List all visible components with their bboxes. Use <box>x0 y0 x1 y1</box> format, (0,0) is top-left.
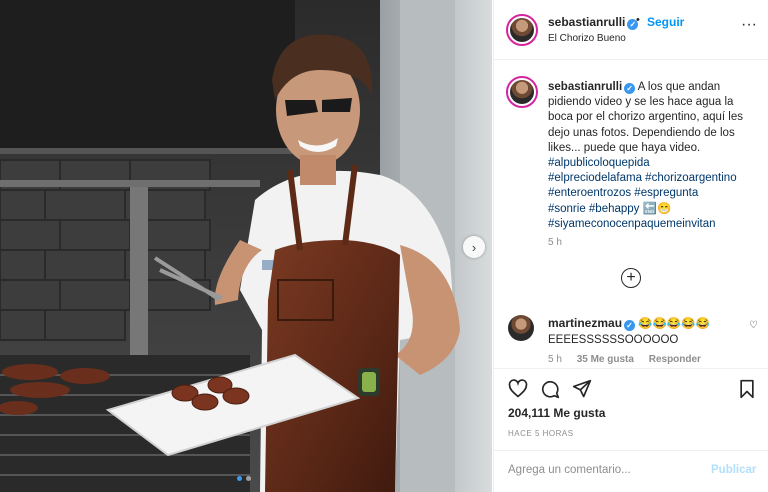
comment-likes[interactable]: 35 Me gusta <box>577 354 634 365</box>
hashtag-line[interactable]: #sonrie #behappy 🔚😁 <box>548 202 753 217</box>
comment-reply-button[interactable]: Responder <box>649 354 701 365</box>
caption-timestamp: 5 h <box>548 237 562 248</box>
author-username-text[interactable]: sebastianrulli <box>548 15 625 29</box>
photo-illustration <box>0 0 492 492</box>
add-comment-bar: Agrega un comentario... Publicar <box>494 450 768 492</box>
follow-button[interactable]: Seguir <box>647 15 684 29</box>
caption-avatar[interactable] <box>506 76 538 108</box>
comment-text-block: martinezmau ✓ 😂😂😂😂😂 EEEESSSSSSOOOOOO <box>548 315 738 348</box>
next-photo-button[interactable]: › <box>463 236 485 258</box>
save-bookmark-icon[interactable] <box>738 379 756 399</box>
post-side-panel: sebastianrulli ✓ • Seguir El Chorizo Buen… <box>493 0 768 492</box>
comment-body: EEEESSSSSSOOOOOO <box>548 334 679 346</box>
likes-count[interactable]: 204,111 Me gusta <box>508 406 605 420</box>
comment-reply-text[interactable]: Responder <box>649 354 701 365</box>
comment-emojis: 😂😂😂😂😂 <box>638 318 710 330</box>
carousel-dot <box>246 476 251 481</box>
hashtag-line[interactable]: #alpublicoloquepida <box>548 156 753 171</box>
like-heart-icon[interactable] <box>508 379 528 399</box>
comment-bubble-icon[interactable] <box>540 379 560 399</box>
hashtag-line[interactable]: #enteroentrozos #espregunta <box>548 186 753 201</box>
commenter-avatar[interactable] <box>508 315 534 341</box>
caption-username-text[interactable]: sebastianrulli <box>548 81 622 93</box>
caption-hashtags: #alpublicoloquepida #elpreciodelafama #c… <box>548 156 753 232</box>
author-username[interactable]: sebastianrulli ✓ <box>548 15 639 30</box>
post-header: sebastianrulli ✓ • Seguir El Chorizo Buen… <box>494 0 768 60</box>
commenter-username-text[interactable]: martinezmau <box>548 316 622 330</box>
post-location[interactable]: El Chorizo Bueno <box>548 33 626 44</box>
commenter-username[interactable]: martinezmau ✓ <box>548 316 636 331</box>
verified-badge-icon: ✓ <box>624 83 636 94</box>
caption-text-block: sebastianrulli ✓ A los que andan pidiendo… <box>548 80 753 232</box>
comment-like-heart-icon[interactable]: ♡ <box>749 320 758 331</box>
verified-badge-icon: ✓ <box>624 320 636 331</box>
carousel-dots <box>237 476 251 481</box>
post-time-ago: HACE 5 HORAS <box>508 429 574 438</box>
share-paper-plane-icon[interactable] <box>572 379 592 399</box>
more-options-icon[interactable]: ··· <box>741 16 757 34</box>
comment-likes-text[interactable]: 35 Me gusta <box>577 354 634 365</box>
action-icons <box>508 379 592 399</box>
hashtag-line[interactable]: #elpreciodelafama #chorizoargentino <box>548 171 753 186</box>
comment-input[interactable]: Agrega un comentario... <box>508 464 688 476</box>
author-avatar[interactable] <box>506 14 538 46</box>
header-separator: • <box>636 14 640 26</box>
publish-comment-button[interactable]: Publicar <box>711 464 756 476</box>
instagram-post-modal: › sebastianrulli ✓ • Seguir El Chorizo Bu… <box>0 0 768 492</box>
plus-glyph: + <box>626 269 636 286</box>
post-photo[interactable]: › <box>0 0 492 492</box>
comment-meta: 5 h 35 Me gusta Responder <box>548 354 713 365</box>
hashtag-line[interactable]: #siyameconocenpaquemeinvitan <box>548 217 753 232</box>
comment-time: 5 h <box>548 354 562 365</box>
caption-username[interactable]: sebastianrulli ✓ <box>548 81 636 94</box>
carousel-dot <box>237 476 242 481</box>
chevron-right-icon: › <box>471 239 477 255</box>
load-more-comments-icon[interactable]: + <box>621 268 641 288</box>
